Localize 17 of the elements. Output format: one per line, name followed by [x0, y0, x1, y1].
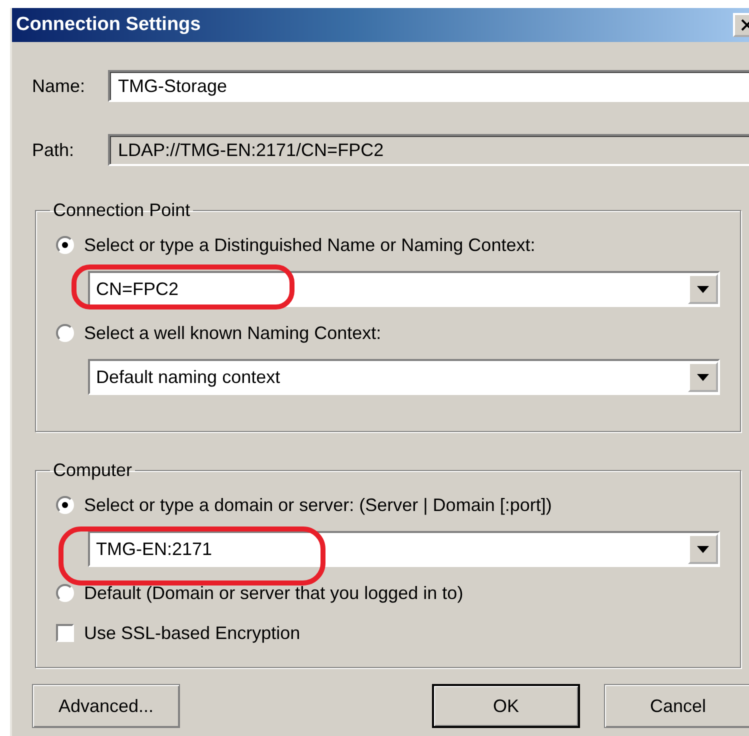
field-label: Path: [32, 140, 76, 160]
group-title: Connection Point [52, 200, 192, 221]
dialog-button[interactable]: Advanced... [32, 684, 180, 728]
dialog-button[interactable]: OK [432, 684, 580, 728]
combo-box[interactable]: Default naming context [88, 359, 720, 395]
option-label: Select or type a domain or server: (Server | Domain [:port]) [84, 494, 552, 516]
option-label: Select a well known Naming Context: [84, 322, 382, 344]
combo-box[interactable]: CN=FPC2 [88, 271, 720, 307]
text-field[interactable]: TMG-Storage [108, 70, 749, 102]
option-label: Select or type a Distinguished Name or Naming Context: [84, 234, 536, 256]
option-label: Default (Domain or server that you logged in to) [84, 582, 464, 604]
combo-box[interactable]: TMG-EN:2171 [88, 531, 720, 567]
group-title: Computer [52, 460, 134, 481]
option-label: Use SSL-based Encryption [84, 622, 300, 644]
field-label: Name: [32, 76, 86, 96]
window-title: Connection Settings [16, 14, 201, 36]
dialog-button[interactable]: Cancel [604, 684, 749, 728]
